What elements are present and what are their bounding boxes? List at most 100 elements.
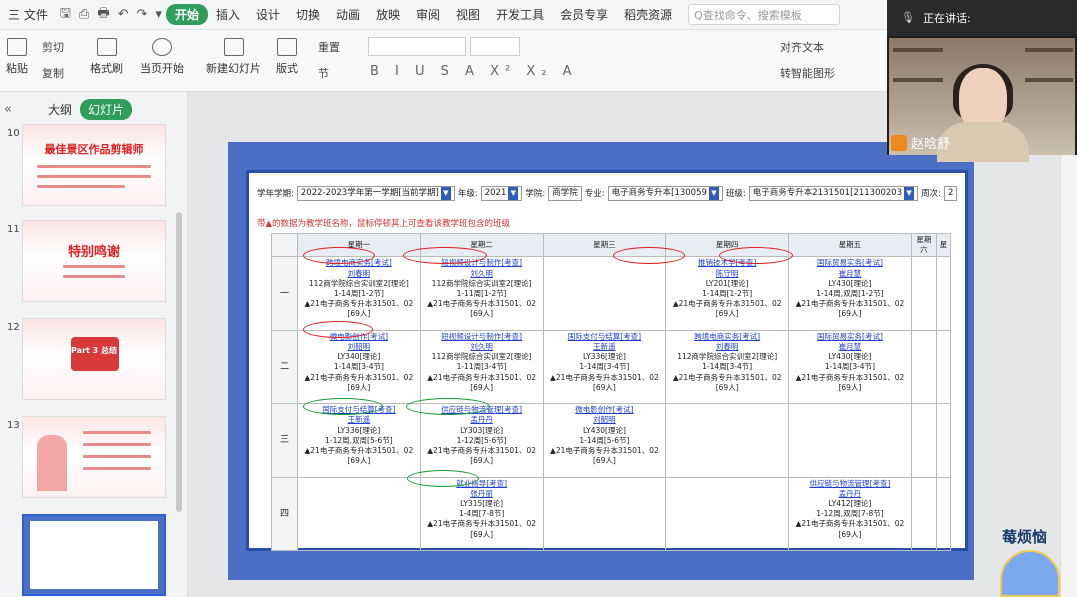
- room-text: 112商学院综合实训室2[理论]: [431, 352, 532, 362]
- teacher-link[interactable]: 陈守明: [668, 269, 786, 279]
- course-link[interactable]: 跨境电商实务[考试]: [668, 332, 786, 342]
- course-link[interactable]: 跨境电商实务[考试]: [300, 258, 418, 268]
- college-select[interactable]: 商学院: [548, 185, 582, 201]
- grade-select[interactable]: 2021 ▼: [480, 185, 523, 201]
- participant-name-tag: 赵晗舒: [891, 133, 950, 152]
- text-format-toolbar[interactable]: B I U S A X² X₂ A: [370, 64, 577, 79]
- menu-item-slideshow[interactable]: 放映: [368, 6, 408, 23]
- convert-smartart-button[interactable]: 转智能图形: [780, 65, 835, 81]
- timetable-cell: [910, 256, 938, 331]
- room-text: 112商学院综合实训室2[理论]: [431, 278, 532, 288]
- teacher-link[interactable]: 刘韶明: [546, 415, 664, 425]
- week-stepper[interactable]: 2: [944, 185, 958, 201]
- slide-number: 11: [7, 224, 20, 235]
- teacher-link[interactable]: 刘久明: [423, 269, 541, 279]
- menu-item-insert[interactable]: 插入: [208, 6, 248, 23]
- timetable-cell: [936, 476, 951, 552]
- period-label: 一: [271, 256, 298, 331]
- term-select[interactable]: 2022-2023学年第一学期[当前学期] ▼: [296, 185, 455, 201]
- course-link[interactable]: 供应链与物流管理[考查]: [423, 405, 541, 415]
- course-link[interactable]: 微电影创作[考试]: [546, 405, 664, 415]
- new-slide-button[interactable]: 新建幻灯片: [206, 38, 261, 76]
- video-call-panel: 🎙 正在讲话: 赵晗舒: [887, 0, 1077, 162]
- slide-number: 10: [7, 128, 20, 139]
- reset-button[interactable]: 重置: [318, 39, 340, 55]
- microphone-icon: 🎙: [901, 11, 915, 24]
- print-preview-icon[interactable]: ⎙: [75, 7, 93, 22]
- weeks-text: 1-14周[3-4节]: [579, 362, 630, 372]
- tab-slides[interactable]: 幻灯片: [79, 98, 132, 120]
- cut-button[interactable]: 剪切: [42, 39, 64, 55]
- course-link[interactable]: 国际支付与结算[考查]: [546, 332, 664, 342]
- section-button[interactable]: 节: [318, 65, 329, 81]
- menu-item-review[interactable]: 审阅: [408, 6, 448, 23]
- pane-tabs: « 大纲 幻灯片: [0, 92, 188, 126]
- menu-item-transition[interactable]: 切换: [288, 6, 328, 23]
- teacher-link[interactable]: 张丹丽: [423, 489, 541, 499]
- slide-thumbnail-selected[interactable]: [22, 514, 166, 596]
- period-label: 三: [271, 403, 298, 478]
- copy-button[interactable]: 复制: [42, 65, 64, 81]
- slide-thumbnail[interactable]: 特别鸣谢: [22, 220, 166, 302]
- course-link[interactable]: 国际贸易实务[考试]: [791, 258, 909, 268]
- menu-item-member[interactable]: 会员专享: [552, 6, 616, 23]
- menu-item-developer[interactable]: 开发工具: [488, 6, 552, 23]
- thumbnail-scrollbar[interactable]: [176, 212, 182, 512]
- class-select[interactable]: 电子商务专升本2131501[211300203 ▼: [748, 185, 919, 201]
- menu-item-animation[interactable]: 动画: [328, 6, 368, 23]
- course-link[interactable]: 短视频设计与制作[考查]: [423, 258, 541, 268]
- teacher-link[interactable]: 刘久明: [423, 342, 541, 352]
- slide-thumbnail[interactable]: [22, 416, 166, 498]
- font-family-select[interactable]: [368, 37, 466, 56]
- menu-item-docer[interactable]: 稻壳资源: [616, 6, 680, 23]
- period-label: 四: [271, 476, 298, 552]
- course-link[interactable]: 就业指导[考查]: [423, 479, 541, 489]
- undo-icon[interactable]: ↶: [114, 7, 133, 22]
- course-link[interactable]: 微电影创作[考试]: [300, 332, 418, 342]
- teacher-link[interactable]: 孟丹丹: [791, 489, 909, 499]
- save-icon[interactable]: 🖫: [56, 4, 75, 26]
- teacher-link[interactable]: 崔月慧: [791, 342, 909, 352]
- course-link[interactable]: 推销技术学[考查]: [668, 258, 786, 268]
- slide-text-line: [37, 185, 125, 188]
- teacher-link[interactable]: 王新遥: [300, 415, 418, 425]
- timetable: 星期一 星期二 星期三 星期四 星期五 星期六 星 一跨境电商实务[考试] 刘春明…: [271, 232, 951, 552]
- course-link[interactable]: 国际支付与结算[考查]: [300, 405, 418, 415]
- align-text-button[interactable]: 对齐文本: [780, 39, 824, 55]
- teacher-link[interactable]: 孟丹丹: [423, 415, 541, 425]
- chevron-down-icon[interactable]: ▾: [151, 7, 166, 22]
- teacher-link[interactable]: 刘春明: [668, 342, 786, 352]
- teacher-link[interactable]: 刘韶明: [300, 342, 418, 352]
- timetable-cell: 供应链与物流管理[考查] 孟丹丹 LY303[理论] 1-12周[5-6节] ▲21电子…: [419, 403, 544, 478]
- layout-label: 版式: [276, 62, 298, 75]
- weeks-text: 1-14周[1-2节]: [333, 289, 384, 299]
- menu-item-view[interactable]: 视图: [448, 6, 488, 23]
- room-text: LY340[理论]: [337, 352, 381, 362]
- major-select[interactable]: 电子商务专升本[130059 ▼: [607, 185, 723, 201]
- play-from-current-button[interactable]: 当页开始: [140, 38, 184, 76]
- format-painter-button[interactable]: 格式刷: [90, 38, 123, 76]
- collapse-icon[interactable]: «: [4, 102, 12, 117]
- paste-button[interactable]: 粘贴: [6, 38, 28, 76]
- teacher-link[interactable]: 王新遥: [546, 342, 664, 352]
- font-size-select[interactable]: [470, 37, 520, 56]
- tab-outline[interactable]: 大纲: [48, 101, 72, 118]
- slide-text-line: [83, 455, 151, 458]
- redo-icon[interactable]: ↷: [133, 7, 152, 22]
- teacher-link[interactable]: 刘春明: [300, 269, 418, 279]
- print-icon[interactable]: 🖶: [93, 4, 113, 26]
- slide-thumbnail[interactable]: Part 3 总结: [22, 318, 166, 400]
- chevron-down-icon: ▼: [904, 186, 915, 200]
- file-menu[interactable]: 三 文件: [0, 6, 56, 23]
- timetable-row: 一跨境电商实务[考试] 刘春明 112商学院综合实训室2[理论] 1-14周[1-2节…: [271, 256, 951, 331]
- slide-thumbnail[interactable]: 最佳景区作品剪辑师: [22, 124, 166, 206]
- search-input[interactable]: Q查找命令、搜索模板: [688, 4, 841, 25]
- tab-home[interactable]: 开始: [165, 4, 208, 25]
- menu-item-design[interactable]: 设计: [248, 6, 288, 23]
- teacher-link[interactable]: 崔月慧: [791, 269, 909, 279]
- course-link[interactable]: 供应链与物流管理[考查]: [791, 479, 909, 489]
- course-link[interactable]: 国际贸易实务[考试]: [791, 332, 909, 342]
- format-painter-label: 格式刷: [90, 62, 123, 75]
- course-link[interactable]: 短视频设计与制作[考查]: [423, 332, 541, 342]
- layout-button[interactable]: 版式: [276, 38, 298, 76]
